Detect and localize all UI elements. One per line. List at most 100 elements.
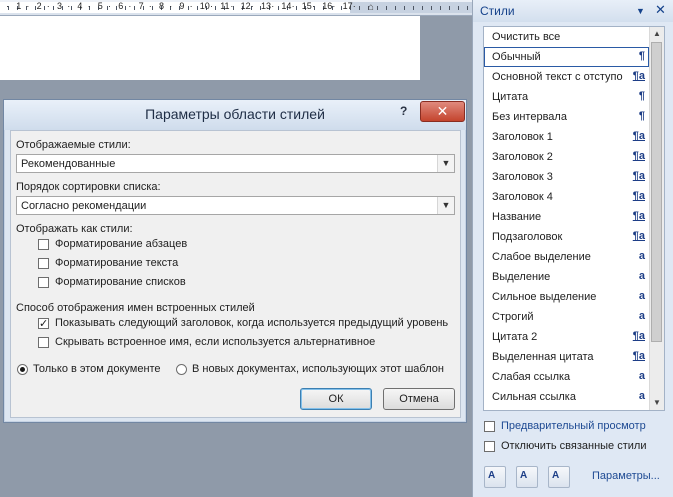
styles-list[interactable]: Очистить все Обычный ¶ Основной текст с отс… [483,26,665,411]
show-next-heading-checkbox[interactable]: ✓ [38,318,49,330]
style-list-item[interactable]: Обычный ¶ [484,47,649,67]
preview-checkbox[interactable] [484,421,495,432]
character-style-icon: a [638,250,645,262]
character-style-icon: a [638,290,645,302]
ruler-number: 10 [199,1,210,11]
linked-style-icon: ¶a [632,150,645,162]
only-this-document-label[interactable]: Только в этом документе [33,363,161,375]
style-name: Заголовок 3 [492,171,553,183]
style-list-item[interactable]: Выделение a [484,267,649,287]
builtin-names-label: Способ отображения имен встроенных стиле… [16,302,255,314]
style-list-item[interactable]: Без интервала ¶ [484,107,649,127]
document-page[interactable] [0,16,420,80]
style-list-item[interactable]: Цитата 2 ¶a [484,327,649,347]
paragraph-style-icon: ¶ [638,110,645,122]
preview-label[interactable]: Предварительный просмотр [501,420,646,432]
help-button[interactable]: ? [400,104,407,118]
text-formatting-label[interactable]: Форматирование текста [55,257,178,269]
ruler-number: · [250,1,254,11]
ruler-number: · [271,1,275,11]
style-list-item[interactable]: Подзаголовок ¶a [484,227,649,247]
options-link[interactable]: Параметры... [592,470,660,482]
list-formatting-label[interactable]: Форматирование списков [55,276,186,288]
style-list-item[interactable]: Заголовок 2 ¶a [484,147,649,167]
linked-style-icon: ¶a [632,170,645,182]
chevron-down-icon[interactable]: ▼ [437,197,454,214]
ruler-number: · [108,1,111,11]
pane-close-icon[interactable]: ✕ [655,2,666,18]
style-inspector-button[interactable]: A [516,466,538,488]
style-name: Слабое выделение [492,251,591,263]
style-list-item[interactable]: Заголовок 1 ¶a [484,127,649,147]
ruler-number: · [332,1,336,11]
ruler-number: · [128,1,132,11]
paragraph-style-icon: ¶ [638,90,645,102]
style-list-item[interactable]: Слабая ссылка a [484,367,649,387]
ruler-number: 11 [220,1,230,11]
style-list-item[interactable]: Сильная ссылка a [484,387,649,407]
styles-list-scrollbar[interactable]: ▲ ▼ [649,27,664,410]
ruler-number: 3 [57,1,63,11]
style-name: Без интервала [492,111,567,123]
disable-linked-styles-checkbox[interactable] [484,441,495,452]
hide-builtin-name-checkbox[interactable] [38,337,49,348]
ruler-number: 16 [322,1,333,11]
text-formatting-checkbox[interactable] [38,258,49,269]
ruler-number: 13 [261,1,272,11]
style-list-item[interactable]: Очистить все [484,27,649,47]
paragraph-formatting-checkbox[interactable] [38,239,49,250]
new-documents-radio[interactable] [176,364,187,375]
list-formatting-checkbox[interactable] [38,277,49,288]
ruler-number: 8 [159,1,165,11]
ruler-number: · [210,1,213,11]
linked-style-icon: ¶a [632,230,645,242]
style-name: Сильная ссылка [492,391,576,403]
style-name: Заголовок 1 [492,131,553,143]
indent-marker-icon[interactable]: ⌂ [368,2,374,13]
styles-pane-title: Стили [480,4,515,18]
paragraph-formatting-label[interactable]: Форматирование абзацев [55,238,187,250]
style-list-item[interactable]: Цитата ¶ [484,87,649,107]
ruler-number: · [312,1,315,11]
manage-styles-button[interactable]: A [548,466,570,488]
ruler-number: · [67,1,71,11]
ok-button[interactable]: ОК [300,388,372,410]
style-list-item[interactable]: Сильное выделение a [484,287,649,307]
cancel-button[interactable]: Отмена [383,388,455,410]
style-list-item[interactable]: Строгий a [484,307,649,327]
disable-linked-styles-label[interactable]: Отключить связанные стили [501,440,646,452]
style-name: Заголовок 2 [492,151,553,163]
ruler-number: 17 [342,1,353,11]
style-list-item[interactable]: Слабое выделение a [484,247,649,267]
ruler-number: · [6,1,9,11]
new-documents-label[interactable]: В новых документах, использующих этот ша… [192,363,444,375]
scroll-up-icon[interactable]: ▲ [650,27,664,41]
close-button[interactable]: ✕ [420,101,465,122]
new-style-button[interactable]: A [484,466,506,488]
scroll-down-icon[interactable]: ▼ [650,396,664,410]
ruler-number: · [148,1,152,11]
character-style-icon: a [638,370,645,382]
style-list-item[interactable]: Заголовок 3 ¶a [484,167,649,187]
scrollbar-thumb[interactable] [651,42,662,342]
style-list-item[interactable]: Название ¶a [484,207,649,227]
manage-styles-icon: A [552,470,560,481]
style-name: Обычный [492,51,541,63]
sort-order-select[interactable]: Согласно рекомендации ▼ [16,196,455,215]
horizontal-ruler[interactable]: · 1 · 2 · 3 · 4 · 5 · 6 · 7 · 8 · 9 · 10 · 11 · 12 · 13 · 14 · 15 · 16 ·… [0,0,472,16]
show-next-heading-label[interactable]: Показывать следующий заголовок, когда ис… [55,317,448,329]
dialog-titlebar[interactable]: Параметры области стилей ? ✕ [4,100,466,130]
chevron-down-icon[interactable]: ▼ [437,155,454,172]
ruler-number: · [352,1,356,11]
linked-style-icon: ¶a [632,190,645,202]
style-list-item[interactable]: Основной текст с отступо ¶a [484,67,649,87]
style-list-item[interactable]: Выделенная цитата ¶a [484,347,649,367]
pane-menu-chevron-icon[interactable]: ▼ [636,6,645,16]
style-name: Строгий [492,311,534,323]
style-list-item[interactable]: Заголовок 4 ¶a [484,187,649,207]
style-name: Выделение [492,271,551,283]
hide-builtin-name-label[interactable]: Скрывать встроенное имя, если использует… [55,336,375,348]
only-this-document-radio[interactable] [17,364,28,375]
shown-styles-select[interactable]: Рекомендованные ▼ [16,154,455,173]
sort-order-value: Согласно рекомендации [21,200,147,212]
